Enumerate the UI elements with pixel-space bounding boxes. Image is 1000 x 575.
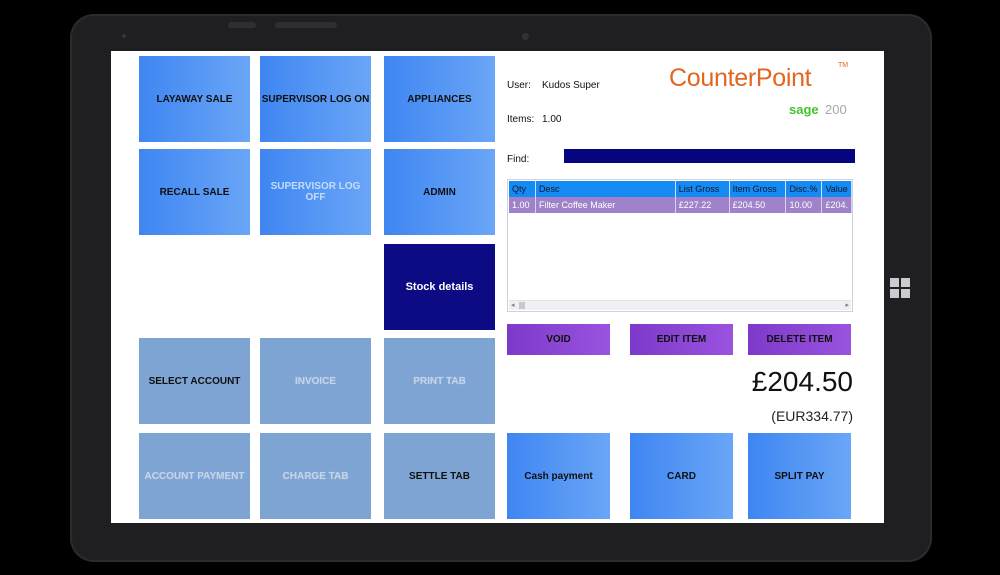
layaway-sale-button[interactable]: LAYAWAY SALE: [139, 56, 250, 142]
split-pay-button[interactable]: SPLIT PAY: [748, 433, 851, 519]
column-header-disc[interactable]: Disc.%: [785, 181, 823, 197]
sage-version: 200: [825, 102, 847, 117]
cell-desc: Filter Coffee Maker: [535, 197, 676, 213]
account-payment-button[interactable]: ACCOUNT PAYMENT: [139, 433, 250, 519]
cash-payment-button[interactable]: Cash payment: [507, 433, 610, 519]
items-grid[interactable]: Qty Desc List Gross Item Gross Disc.% Va…: [507, 179, 853, 312]
pos-screen: LAYAWAY SALE SUPERVISOR LOG ON APPLIANCE…: [111, 51, 884, 523]
scroll-right-icon[interactable]: ▸: [845, 301, 849, 310]
power-button: [275, 22, 337, 28]
user-value: Kudos Super: [542, 80, 600, 91]
recall-sale-button[interactable]: RECALL SALE: [139, 149, 250, 235]
appliances-button[interactable]: APPLIANCES: [384, 56, 495, 142]
sale-total: £204.50: [751, 366, 853, 397]
cell-value: £204.: [821, 197, 852, 213]
sage-logo: sage: [789, 102, 819, 117]
scroll-left-icon[interactable]: ◂: [511, 301, 515, 310]
scroll-thumb[interactable]: [519, 302, 525, 309]
column-header-value[interactable]: Value: [821, 181, 852, 197]
stock-details-button[interactable]: Stock details: [384, 244, 495, 330]
volume-button: [228, 22, 256, 28]
cell-qty: 1.00: [509, 197, 536, 213]
column-header-desc[interactable]: Desc: [535, 181, 676, 197]
camera-icon: [522, 33, 529, 40]
settle-tab-button[interactable]: SETTLE TAB: [384, 433, 495, 519]
sale-total-eur: (EUR334.77): [771, 408, 853, 424]
windows-icon[interactable]: [890, 278, 912, 300]
invoice-button[interactable]: INVOICE: [260, 338, 371, 424]
items-value: 1.00: [542, 114, 562, 125]
sensor-dot: [122, 34, 126, 38]
delete-item-button[interactable]: DELETE ITEM: [748, 324, 851, 355]
cell-list-gross: £227.22: [675, 197, 730, 213]
horizontal-scrollbar[interactable]: ◂ ▸: [509, 300, 851, 310]
grid-header-row: Qty Desc List Gross Item Gross Disc.% Va…: [509, 181, 852, 197]
find-input[interactable]: [564, 149, 855, 163]
counterpoint-logo: CounterPoint: [669, 64, 812, 92]
select-account-button[interactable]: SELECT ACCOUNT: [139, 338, 250, 424]
supervisor-log-off-button[interactable]: SUPERVISOR LOG OFF: [260, 149, 371, 235]
column-header-qty[interactable]: Qty: [509, 181, 536, 197]
table-row[interactable]: 1.00 Filter Coffee Maker £227.22 £204.50…: [509, 197, 852, 213]
items-label: Items:: [507, 114, 535, 125]
void-button[interactable]: VOID: [507, 324, 610, 355]
user-label: User:: [507, 80, 531, 91]
print-tab-button[interactable]: PRINT TAB: [384, 338, 495, 424]
find-label: Find:: [507, 154, 530, 165]
admin-button[interactable]: ADMIN: [384, 149, 495, 235]
supervisor-log-on-button[interactable]: SUPERVISOR LOG ON: [260, 56, 371, 142]
column-header-item-gross[interactable]: Item Gross: [729, 181, 787, 197]
trademark-mark: TM: [838, 62, 849, 69]
card-button[interactable]: CARD: [630, 433, 733, 519]
cell-item-gross: £204.50: [729, 197, 787, 213]
edit-item-button[interactable]: EDIT ITEM: [630, 324, 733, 355]
cell-disc: 10.00: [785, 197, 823, 213]
column-header-list-gross[interactable]: List Gross: [675, 181, 730, 197]
charge-tab-button[interactable]: CHARGE TAB: [260, 433, 371, 519]
